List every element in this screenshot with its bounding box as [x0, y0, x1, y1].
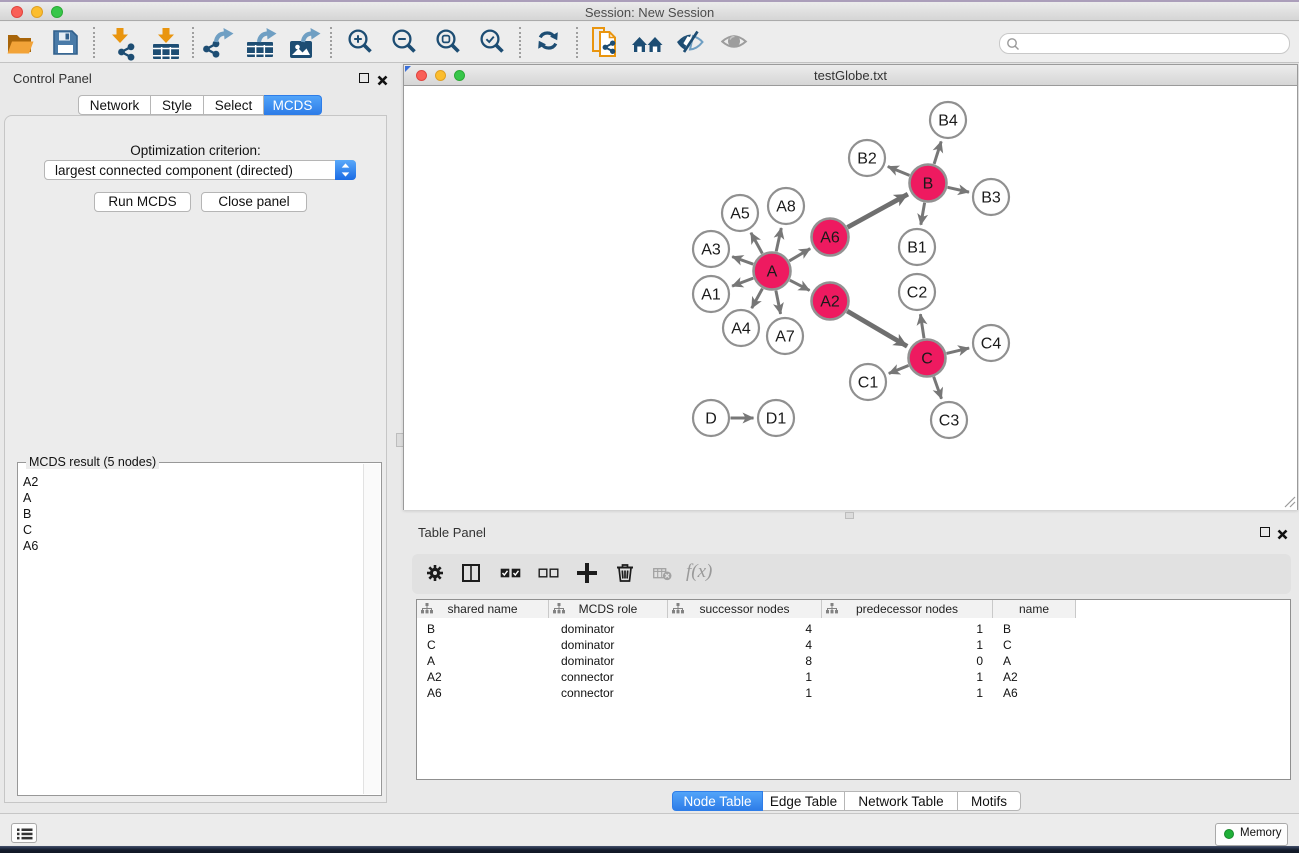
svg-text:C: C — [921, 351, 933, 368]
svg-text:B3: B3 — [981, 190, 1001, 207]
svg-text:A: A — [767, 264, 778, 281]
svg-text:D: D — [705, 411, 717, 428]
svg-text:A8: A8 — [776, 199, 796, 216]
svg-text:A7: A7 — [775, 329, 795, 346]
svg-text:A2: A2 — [820, 294, 840, 311]
svg-text:B: B — [923, 176, 934, 193]
svg-text:A3: A3 — [701, 242, 721, 259]
svg-text:A1: A1 — [701, 287, 721, 304]
svg-text:A4: A4 — [731, 321, 751, 338]
svg-text:C1: C1 — [858, 375, 879, 392]
svg-text:C3: C3 — [939, 413, 960, 430]
svg-text:A5: A5 — [730, 206, 750, 223]
svg-text:B1: B1 — [907, 240, 927, 257]
svg-text:C2: C2 — [907, 285, 928, 302]
svg-text:B2: B2 — [857, 151, 877, 168]
svg-text:D1: D1 — [766, 411, 787, 428]
svg-text:C4: C4 — [981, 336, 1002, 353]
svg-text:B4: B4 — [938, 113, 958, 130]
svg-text:A6: A6 — [820, 230, 840, 247]
